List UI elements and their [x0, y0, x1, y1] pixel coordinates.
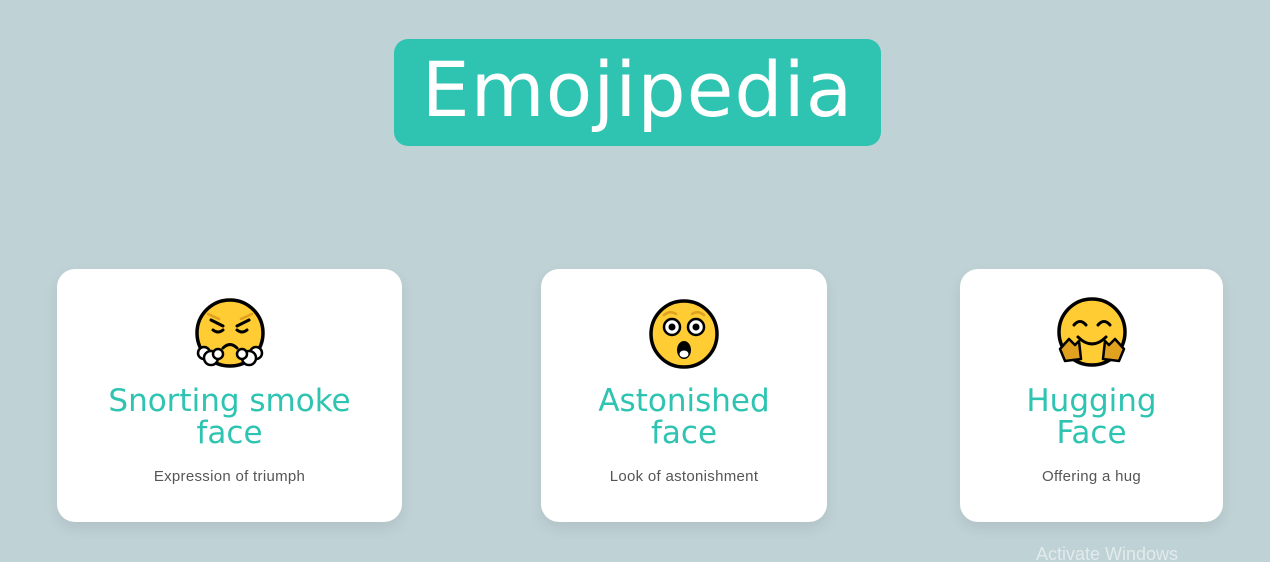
emoji-name: Astonished face [598, 383, 770, 451]
emoji-description: Look of astonishment [609, 468, 759, 485]
emoji-name: Snorting smoke face [108, 383, 351, 451]
emoji-card-snorting: Snorting smoke face Expression of triump… [57, 269, 402, 522]
page-title: Emojipedia [394, 39, 881, 146]
snorting-smoke-face-icon [193, 297, 267, 371]
emoji-description: Expression of triumph [153, 468, 306, 485]
hugging-face-icon [1055, 297, 1129, 371]
emoji-name: Hugging Face [1026, 383, 1157, 451]
emoji-card-hugging: Hugging Face Offering a hug [960, 269, 1223, 522]
astonished-face-icon [647, 297, 721, 371]
emojipedia-page: Emojipedia Snorting smoke face Expressio… [0, 0, 1270, 562]
activate-windows-watermark: Activate Windows [1036, 544, 1179, 562]
emoji-card-astonished: Astonished face Look of astonishment [541, 269, 827, 522]
emoji-description: Offering a hug [1042, 468, 1141, 485]
